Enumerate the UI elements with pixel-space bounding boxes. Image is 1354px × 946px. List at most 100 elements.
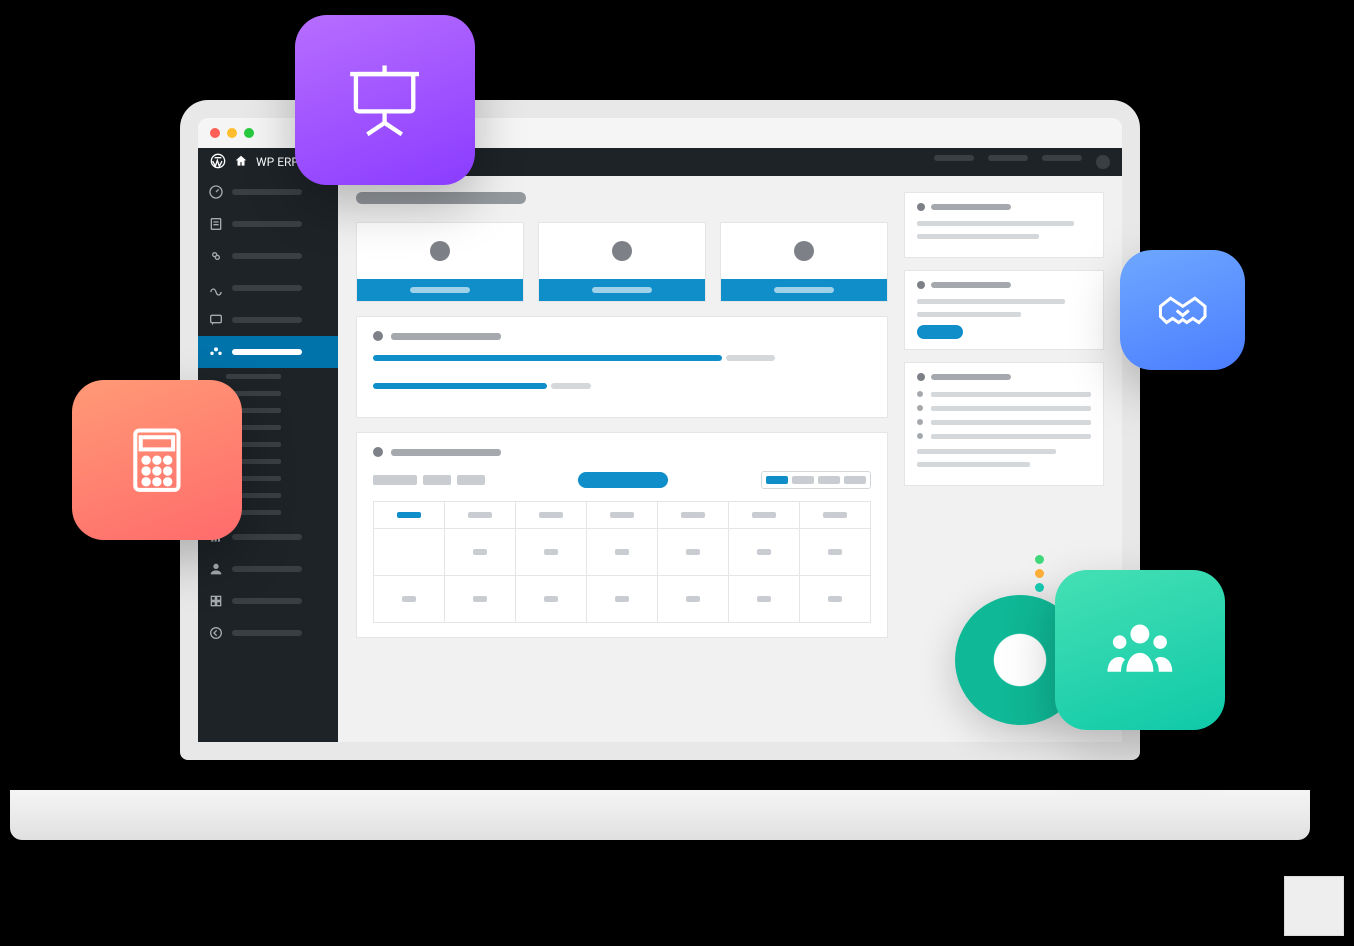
calendar-cell[interactable] bbox=[800, 529, 870, 575]
adminbar-item[interactable] bbox=[1042, 155, 1082, 161]
widget-list-item[interactable] bbox=[917, 433, 1091, 439]
calendar-next-button[interactable] bbox=[457, 475, 485, 485]
calendar-day-header bbox=[374, 502, 445, 528]
calendar-current-period bbox=[578, 472, 668, 488]
widget-title bbox=[931, 282, 1011, 288]
calendar-cell[interactable] bbox=[445, 529, 516, 575]
sidebar-item-label bbox=[232, 189, 302, 195]
calendar-day-header bbox=[516, 502, 587, 528]
tools-icon bbox=[208, 593, 224, 609]
calendar-day-header bbox=[800, 502, 870, 528]
panel-icon bbox=[373, 447, 383, 457]
calendar-day-header bbox=[729, 502, 800, 528]
sidebar-item-label bbox=[232, 534, 302, 540]
panel-title bbox=[391, 449, 501, 456]
widget-text bbox=[917, 299, 1065, 304]
site-name[interactable]: WP ERP bbox=[256, 155, 299, 169]
sidebar-item-label bbox=[232, 253, 302, 259]
sidebar-item-media[interactable] bbox=[198, 240, 338, 272]
stat-icon bbox=[612, 241, 632, 261]
calendar-view-week[interactable] bbox=[792, 476, 814, 484]
sidebar-item-tools[interactable] bbox=[198, 585, 338, 617]
wordpress-logo-icon[interactable] bbox=[210, 153, 226, 172]
widget-text bbox=[917, 221, 1074, 226]
calendar-cell[interactable] bbox=[729, 529, 800, 575]
sidebar-item-posts[interactable] bbox=[198, 208, 338, 240]
widget-list-item[interactable] bbox=[917, 405, 1091, 411]
sidebar-item-label bbox=[232, 317, 302, 323]
feature-bubble-presentation bbox=[295, 15, 475, 185]
calendar-cell[interactable] bbox=[374, 529, 445, 575]
people-icon bbox=[1094, 607, 1186, 693]
calendar-prev-button[interactable] bbox=[423, 475, 451, 485]
laptop-base bbox=[10, 790, 1310, 840]
collapse-icon bbox=[208, 625, 224, 641]
calendar-cell[interactable] bbox=[800, 576, 870, 622]
calendar-cell[interactable] bbox=[445, 576, 516, 622]
panel-title bbox=[391, 333, 501, 340]
status-dot-teal bbox=[1035, 583, 1044, 592]
comments-icon bbox=[208, 312, 224, 328]
calendar-grid bbox=[373, 501, 871, 623]
sidebar-widget bbox=[904, 270, 1104, 350]
calendar-cell[interactable] bbox=[729, 576, 800, 622]
calendar-cell[interactable] bbox=[658, 529, 729, 575]
presentation-icon bbox=[336, 54, 433, 146]
sidebar-item-collapse[interactable] bbox=[198, 617, 338, 649]
media-icon bbox=[208, 248, 224, 264]
handshake-icon bbox=[1149, 278, 1217, 343]
erp-icon bbox=[208, 344, 224, 360]
calendar-cell[interactable] bbox=[516, 576, 587, 622]
widget-icon bbox=[917, 373, 925, 381]
maximize-window-icon[interactable] bbox=[244, 128, 254, 138]
status-dot-green bbox=[1035, 555, 1044, 564]
widget-text bbox=[917, 462, 1030, 467]
corner-placeholder bbox=[1284, 876, 1344, 936]
adminbar-item[interactable] bbox=[988, 155, 1028, 161]
sidebar-item-label bbox=[232, 285, 302, 291]
home-icon[interactable] bbox=[234, 154, 248, 171]
sidebar-item-label bbox=[232, 221, 302, 227]
widget-title bbox=[931, 374, 1011, 380]
sidebar-item-erp[interactable] bbox=[198, 336, 338, 368]
calendar-view-switcher bbox=[761, 471, 871, 489]
calendar-day-header bbox=[587, 502, 658, 528]
stat-footer[interactable] bbox=[357, 279, 523, 301]
widget-text bbox=[917, 234, 1039, 239]
calendar-view-day[interactable] bbox=[818, 476, 840, 484]
sidebar-item-pages[interactable] bbox=[198, 272, 338, 304]
stat-footer[interactable] bbox=[721, 279, 887, 301]
stat-card bbox=[356, 222, 524, 302]
calendar-cell[interactable] bbox=[587, 576, 658, 622]
widget-action-button[interactable] bbox=[917, 325, 963, 339]
widget-icon bbox=[917, 203, 925, 211]
widget-list-item[interactable] bbox=[917, 419, 1091, 425]
stat-footer[interactable] bbox=[539, 279, 705, 301]
adminbar-item[interactable] bbox=[934, 155, 974, 161]
sidebar-widget bbox=[904, 362, 1104, 486]
user-avatar-icon[interactable] bbox=[1096, 155, 1110, 169]
calendar-view-month[interactable] bbox=[766, 476, 788, 484]
dashboard-icon bbox=[208, 184, 224, 200]
sidebar-item-comments[interactable] bbox=[198, 304, 338, 336]
widget-list-item[interactable] bbox=[917, 391, 1091, 397]
calendar-cell[interactable] bbox=[658, 576, 729, 622]
calendar-cell[interactable] bbox=[374, 576, 445, 622]
sidebar-item-users[interactable] bbox=[198, 553, 338, 585]
calendar-toolbar bbox=[373, 471, 871, 489]
feature-bubble-crm bbox=[1120, 250, 1245, 370]
sidebar-item-label bbox=[232, 598, 302, 604]
stat-cards-row bbox=[356, 222, 888, 302]
calendar-day-header bbox=[658, 502, 729, 528]
minimize-window-icon[interactable] bbox=[227, 128, 237, 138]
feature-bubble-accounting bbox=[72, 380, 242, 540]
users-icon bbox=[208, 561, 224, 577]
calendar-view-list[interactable] bbox=[844, 476, 866, 484]
close-window-icon[interactable] bbox=[210, 128, 220, 138]
stat-card bbox=[538, 222, 706, 302]
widget-text bbox=[917, 449, 1056, 454]
calendar-today-button[interactable] bbox=[373, 475, 417, 485]
calendar-cell[interactable] bbox=[516, 529, 587, 575]
calendar-cell[interactable] bbox=[587, 529, 658, 575]
sidebar-widget bbox=[904, 192, 1104, 258]
